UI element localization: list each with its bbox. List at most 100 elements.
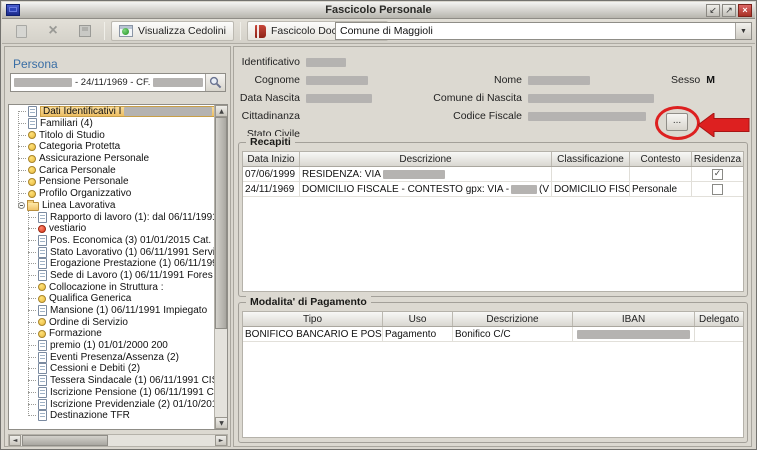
tree-item[interactable]: Dati Identificativi I24/11/1969 (9, 106, 214, 118)
company-dropdown[interactable]: Comune di Maggioli ▼ (335, 22, 752, 40)
pagamento-cell (573, 327, 695, 341)
tree-item[interactable]: Collocazione in Struttura : (9, 281, 214, 293)
tree-item[interactable]: Profilo Organizzativo (9, 188, 214, 200)
tree-item[interactable]: Ordine di Servizio (9, 316, 214, 328)
tree-item[interactable]: Iscrizione Pensione (1) 06/11/1991 CPDEL… (9, 387, 214, 399)
tree-item[interactable]: Rapporto di lavoro (1): dal 06/11/1991 7… (9, 211, 214, 223)
recapiti-column-header[interactable]: Contesto (630, 152, 692, 166)
recapiti-checkbox[interactable]: ✓ (712, 169, 723, 180)
tree-item[interactable]: Categoria Protetta (9, 141, 214, 153)
cell-text: (V (539, 184, 549, 195)
tree-item[interactable]: Iscrizione Previdenziale (2) 01/10/2015 … (9, 398, 214, 410)
tree-item[interactable]: Carica Personale (9, 164, 214, 176)
search-button[interactable] (205, 74, 225, 91)
visualizza-cedolini-button[interactable]: Visualizza Cedolini (111, 21, 234, 41)
tree-item[interactable]: Pos. Economica (3) 01/01/2015 Cat. B - P… (9, 235, 214, 247)
tree-item[interactable]: Cessioni e Debiti (2) (9, 363, 214, 375)
persona-search-input[interactable]: - 24/11/1969 - CF. (10, 73, 226, 92)
redacted-name (14, 78, 72, 87)
minimize-button[interactable]: ↙ (706, 4, 720, 17)
recapiti-table-row[interactable]: 24/11/1969DOMICILIO FISCALE - CONTESTO g… (243, 182, 743, 197)
save-button[interactable] (72, 21, 98, 42)
recapiti-column-header[interactable]: Classificazione (552, 152, 630, 166)
tree-connector (28, 240, 36, 241)
tree-connector (28, 404, 36, 405)
tree-item[interactable]: Erogazione Prestazione (1) 06/11/1991 Fu… (9, 258, 214, 270)
toolbar: × Visualizza Cedolini Fascicolo Document… (2, 19, 755, 44)
tree-connector (28, 252, 36, 253)
chevron-down-icon[interactable]: ▼ (735, 23, 751, 39)
pagamento-column-header[interactable]: Tipo (243, 312, 383, 326)
tree-connector (28, 310, 36, 311)
pagamento-title: Modalita' di Pagamento (246, 296, 371, 308)
document-icon (38, 258, 47, 269)
maximize-button[interactable]: ↗ (722, 4, 736, 17)
scrollbar-thumb[interactable] (22, 435, 108, 446)
close-button[interactable]: × (738, 4, 752, 17)
tree-item-label: Formazione (49, 328, 102, 339)
tree-connector (28, 415, 36, 416)
scroll-up-icon[interactable]: ▲ (215, 105, 228, 117)
tree-item[interactable]: Assicurazione Personale (9, 153, 214, 165)
recapiti-header-row: Data InizioDescrizioneClassificazioneCon… (243, 152, 743, 167)
tree-item[interactable]: Formazione (9, 328, 214, 340)
visualizza-cedolini-label: Visualizza Cedolini (138, 25, 226, 37)
recapiti-column-header[interactable]: Residenza (692, 152, 744, 166)
tree-item[interactable]: Eventi Presenza/Assenza (2) (9, 351, 214, 363)
new-document-button[interactable] (8, 21, 34, 42)
redacted-text (511, 185, 537, 194)
tree-connector (28, 287, 36, 288)
scroll-left-icon[interactable]: ◄ (9, 435, 21, 446)
recapiti-column-header[interactable]: Data Inizio (243, 152, 300, 166)
scroll-down-icon[interactable]: ▼ (215, 417, 228, 429)
data-nascita-label: Data Nascita (238, 92, 300, 104)
tree-item[interactable]: Qualifica Generica (9, 293, 214, 305)
identificativo-label: Identificativo (238, 56, 300, 68)
tree-item[interactable]: Stato Lavorativo (1) 06/11/1991 Servizio… (9, 246, 214, 258)
tree-item[interactable]: Tessera Sindacale (1) 06/11/1991 CISL (9, 375, 214, 387)
tree-item[interactable]: Linea Lavorativa (9, 200, 214, 212)
recapiti-column-header[interactable]: Descrizione (300, 152, 552, 166)
tree-item-label: Titolo di Studio (39, 130, 105, 141)
tree-item[interactable]: vestiario (9, 223, 214, 235)
document-icon (38, 340, 47, 351)
recapiti-table-row[interactable]: 07/06/1999RESIDENZA: VIA ✓ (243, 167, 743, 182)
tree-connector (28, 275, 36, 276)
scroll-right-icon[interactable]: ► (215, 435, 227, 446)
redacted-codice-fiscale (153, 78, 203, 87)
recapiti-checkbox[interactable] (712, 184, 723, 195)
pagamento-table-row[interactable]: BONIFICO BANCARIO E POSTALE [5]Pagamento… (243, 327, 743, 342)
tree-item-label: Profilo Organizzativo (39, 188, 131, 199)
tree-item[interactable]: Familiari (4) (9, 118, 214, 130)
tree-vertical-scrollbar[interactable]: ▲ ▼ (214, 105, 227, 429)
tree-connector (18, 135, 26, 136)
sesso-label: Sesso (671, 74, 700, 86)
pagamento-column-header[interactable]: Descrizione (453, 312, 573, 326)
cell-text: Personale (632, 184, 677, 195)
tree-item[interactable]: premio (1) 01/01/2000 200 (9, 340, 214, 352)
tree-item[interactable]: Sede di Lavoro (1) 06/11/1991 Fores (9, 270, 214, 282)
more-options-button[interactable]: ... (666, 113, 688, 131)
pagamento-column-header[interactable]: Uso (383, 312, 453, 326)
tree-item[interactable]: Titolo di Studio (9, 129, 214, 141)
bullet-yellow-icon (38, 283, 46, 291)
recapiti-table: Data InizioDescrizioneClassificazioneCon… (242, 151, 744, 292)
tree-item[interactable]: Mansione (1) 06/11/1991 Impiegato (9, 305, 214, 317)
red-book-icon (255, 25, 266, 38)
document-icon (38, 399, 47, 410)
delete-button[interactable]: × (40, 21, 66, 42)
cell-text: RESIDENZA: VIA (302, 169, 381, 180)
bullet-yellow-icon (28, 131, 36, 139)
recapiti-cell: ✓ (692, 167, 744, 181)
tree-item-label: Dati Identificativi I (43, 106, 121, 117)
pagamento-column-header[interactable]: Delegato (695, 312, 744, 326)
tree-item[interactable]: Destinazione TFR (9, 410, 214, 422)
pagamento-column-header[interactable]: IBAN (573, 312, 695, 326)
tree-connector (28, 392, 36, 393)
tree-expander-icon[interactable] (18, 202, 25, 209)
tree-item[interactable]: Pensione Personale (9, 176, 214, 188)
document-icon (38, 212, 47, 223)
selected-highlight: Dati Identificativi I24/11/1969 (40, 106, 214, 117)
scrollbar-thumb[interactable] (215, 117, 227, 329)
tree-horizontal-scrollbar[interactable]: ◄ ► (8, 434, 228, 447)
